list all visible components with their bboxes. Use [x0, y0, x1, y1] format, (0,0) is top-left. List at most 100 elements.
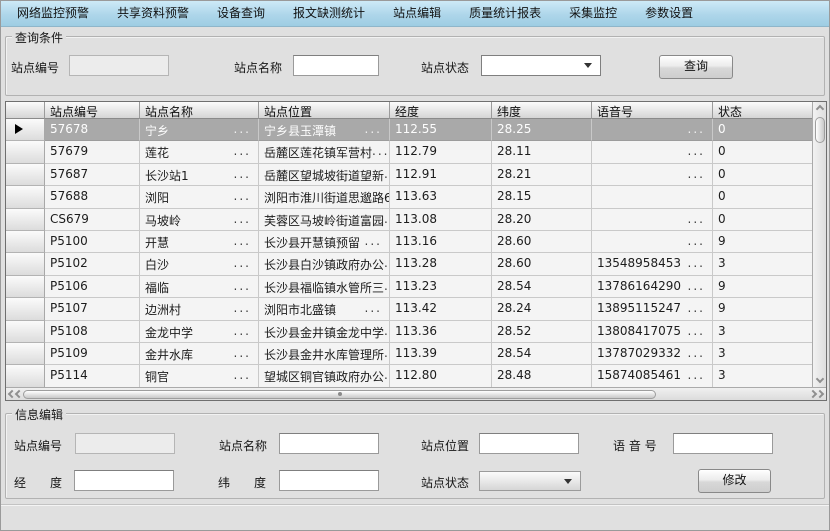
cell-lat[interactable]: 28.20 — [492, 209, 592, 231]
cell-id[interactable]: P5114 — [45, 365, 140, 387]
cell-lon[interactable]: 113.16 — [390, 231, 492, 253]
cell-id[interactable]: P5102 — [45, 253, 140, 275]
cell-lat[interactable]: 28.52 — [492, 321, 592, 343]
cell-id[interactable]: CS679 — [45, 209, 140, 231]
cell-status[interactable]: 0 — [713, 119, 826, 141]
col-header-station-name[interactable]: 站点名称 — [140, 102, 259, 119]
cell-lon[interactable]: 113.63 — [390, 186, 492, 208]
cell-lon[interactable]: 113.23 — [390, 276, 492, 298]
table-row[interactable]: CS679马坡岭...芙蓉区马坡岭街道富园...113.0828.20...0 — [6, 209, 826, 231]
cell-name[interactable]: 开慧... — [140, 231, 259, 253]
cell-pos[interactable]: 长沙县福临镇水管所三... — [259, 276, 390, 298]
cell-voice[interactable]: ... — [592, 119, 713, 141]
menu-item-3[interactable]: 设备查询 — [203, 1, 279, 26]
table-row[interactable]: 57687长沙站1...岳麓区望城坡街道望新...112.9128.21...0 — [6, 164, 826, 186]
cell-name[interactable]: 金龙中学... — [140, 321, 259, 343]
row-header-cell[interactable] — [6, 253, 45, 275]
cell-voice[interactable]: 13808417075... — [592, 321, 713, 343]
cell-lon[interactable]: 113.08 — [390, 209, 492, 231]
row-header-cell[interactable] — [6, 209, 45, 231]
table-row[interactable]: P5107边洲村...浏阳市北盛镇...113.4228.24138951152… — [6, 298, 826, 320]
col-header-station-id[interactable]: 站点编号 — [45, 102, 140, 119]
cell-pos[interactable]: 岳麓区莲花镇军营村... — [259, 141, 390, 163]
cell-name[interactable]: 长沙站1... — [140, 164, 259, 186]
cell-lat[interactable]: 28.60 — [492, 253, 592, 275]
cell-name[interactable]: 福临... — [140, 276, 259, 298]
cell-pos[interactable]: 长沙县白沙镇政府办公... — [259, 253, 390, 275]
cell-voice[interactable]: 13895115247... — [592, 298, 713, 320]
cell-status[interactable]: 9 — [713, 231, 826, 253]
cell-status[interactable]: 3 — [713, 365, 826, 387]
vertical-scroll-thumb[interactable] — [815, 117, 825, 143]
cell-name[interactable]: 边洲村... — [140, 298, 259, 320]
cell-id[interactable]: P5108 — [45, 321, 140, 343]
edit-status-select[interactable] — [479, 471, 581, 491]
cell-voice[interactable]: 13548958453... — [592, 253, 713, 275]
cell-lon[interactable]: 112.55 — [390, 119, 492, 141]
cell-name[interactable]: 马坡岭... — [140, 209, 259, 231]
cell-lon[interactable]: 112.79 — [390, 141, 492, 163]
scroll-right-icon[interactable] — [807, 391, 826, 397]
table-row[interactable]: 57688浏阳...浏阳市淮川街道思邈路6...113.6328.150 — [6, 186, 826, 208]
vertical-scrollbar[interactable] — [812, 102, 826, 387]
col-header-station-pos[interactable]: 站点位置 — [259, 102, 390, 119]
menu-item-5[interactable]: 站点编辑 — [379, 1, 455, 26]
cell-pos[interactable]: 宁乡县玉潭镇... — [259, 119, 390, 141]
cell-voice[interactable]: 13787029332... — [592, 343, 713, 365]
edit-station-name-input[interactable] — [279, 433, 379, 454]
cell-lon[interactable]: 112.80 — [390, 365, 492, 387]
menu-item-6[interactable]: 质量统计报表 — [455, 1, 555, 26]
table-row[interactable]: 57679莲花...岳麓区莲花镇军营村...112.7928.11...0 — [6, 141, 826, 163]
cell-pos[interactable]: 浏阳市北盛镇... — [259, 298, 390, 320]
cell-id[interactable]: 57678 — [45, 119, 140, 141]
cell-status[interactable]: 3 — [713, 321, 826, 343]
table-row[interactable]: P5102白沙...长沙县白沙镇政府办公...113.2828.60135489… — [6, 253, 826, 275]
menu-item-2[interactable]: 共享资料预警 — [103, 1, 203, 26]
cell-name[interactable]: 浏阳... — [140, 186, 259, 208]
cell-status[interactable]: 0 — [713, 209, 826, 231]
row-header-cell[interactable] — [6, 343, 45, 365]
cell-lat[interactable]: 28.48 — [492, 365, 592, 387]
cell-id[interactable]: 57679 — [45, 141, 140, 163]
table-row[interactable]: P5109金井水库...长沙县金井水库管理所...113.3928.541378… — [6, 343, 826, 365]
cell-id[interactable]: P5107 — [45, 298, 140, 320]
cell-lon[interactable]: 113.28 — [390, 253, 492, 275]
cell-lon[interactable]: 113.39 — [390, 343, 492, 365]
cell-pos[interactable]: 长沙县金井水库管理所... — [259, 343, 390, 365]
menu-item-1[interactable]: 网络监控预警 — [3, 1, 103, 26]
edit-station-pos-input[interactable] — [479, 433, 579, 454]
cell-lon[interactable]: 113.36 — [390, 321, 492, 343]
menu-item-7[interactable]: 采集监控 — [555, 1, 631, 26]
col-header-status[interactable]: 状态 — [713, 102, 826, 119]
row-header-cell[interactable] — [6, 186, 45, 208]
cell-id[interactable]: P5106 — [45, 276, 140, 298]
edit-voice-input[interactable] — [673, 433, 773, 454]
cell-status[interactable]: 3 — [713, 343, 826, 365]
cell-lon[interactable]: 112.91 — [390, 164, 492, 186]
row-header-cell[interactable] — [6, 164, 45, 186]
table-row[interactable]: P5108金龙中学...长沙县金井镇金龙中学...113.3628.521380… — [6, 321, 826, 343]
cell-id[interactable]: 57687 — [45, 164, 140, 186]
cell-lat[interactable]: 28.54 — [492, 276, 592, 298]
query-station-status-select[interactable] — [481, 55, 601, 76]
cell-lat[interactable]: 28.60 — [492, 231, 592, 253]
col-header-latitude[interactable]: 纬度 — [492, 102, 592, 119]
cell-pos[interactable]: 芙蓉区马坡岭街道富园... — [259, 209, 390, 231]
cell-pos[interactable]: 长沙县开慧镇预留... — [259, 231, 390, 253]
cell-voice[interactable]: 13786164290... — [592, 276, 713, 298]
cell-name[interactable]: 宁乡... — [140, 119, 259, 141]
row-header-cell[interactable] — [6, 276, 45, 298]
cell-name[interactable]: 金井水库... — [140, 343, 259, 365]
cell-lat[interactable]: 28.54 — [492, 343, 592, 365]
cell-voice[interactable]: ... — [592, 231, 713, 253]
table-row[interactable]: P5106福临...长沙县福临镇水管所三...113.2328.54137861… — [6, 276, 826, 298]
edit-latitude-input[interactable] — [279, 470, 379, 491]
cell-voice[interactable]: 15874085461... — [592, 365, 713, 387]
cell-pos[interactable]: 望城区铜官镇政府办公... — [259, 365, 390, 387]
cell-name[interactable]: 莲花... — [140, 141, 259, 163]
cell-lat[interactable]: 28.15 — [492, 186, 592, 208]
cell-id[interactable]: 57688 — [45, 186, 140, 208]
cell-status[interactable]: 9 — [713, 276, 826, 298]
search-button[interactable]: 查询 — [659, 55, 733, 79]
cell-status[interactable]: 9 — [713, 298, 826, 320]
